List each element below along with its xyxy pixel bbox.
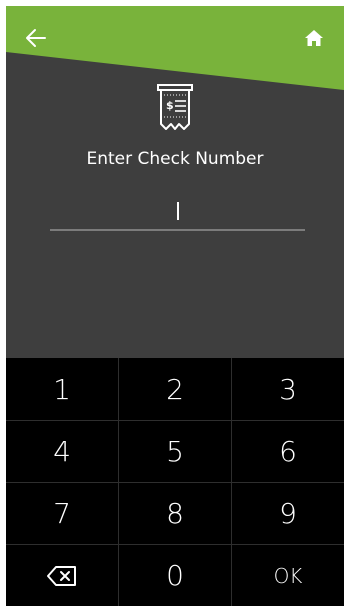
home-button[interactable] — [300, 24, 328, 52]
check-number-input[interactable] — [50, 198, 305, 232]
key-7[interactable]: 7 — [6, 483, 118, 544]
check-number-screen: $ Enter Check Number 1 2 3 4 5 6 7 8 9 0… — [6, 6, 344, 606]
back-button[interactable] — [22, 24, 50, 52]
key-9[interactable]: 9 — [232, 483, 344, 544]
key-4[interactable]: 4 — [6, 421, 118, 482]
prompt-label: Enter Check Number — [86, 149, 264, 169]
backspace-key[interactable] — [6, 545, 118, 606]
key-2[interactable]: 2 — [119, 358, 231, 420]
ok-button[interactable]: OK — [232, 545, 344, 606]
numeric-keypad: 1 2 3 4 5 6 7 8 9 0 OK — [6, 358, 344, 606]
key-0[interactable]: 0 — [119, 545, 231, 606]
receipt-dollar-icon: $ — [157, 84, 193, 130]
arrow-left-icon — [26, 29, 46, 47]
key-5[interactable]: 5 — [119, 421, 231, 482]
text-caret — [177, 202, 179, 220]
svg-text:$: $ — [166, 99, 174, 112]
key-1[interactable]: 1 — [6, 358, 118, 420]
key-3[interactable]: 3 — [232, 358, 344, 420]
input-underline — [50, 229, 305, 231]
home-icon — [305, 30, 323, 46]
key-6[interactable]: 6 — [232, 421, 344, 482]
backspace-icon — [47, 565, 76, 586]
key-8[interactable]: 8 — [119, 483, 231, 544]
